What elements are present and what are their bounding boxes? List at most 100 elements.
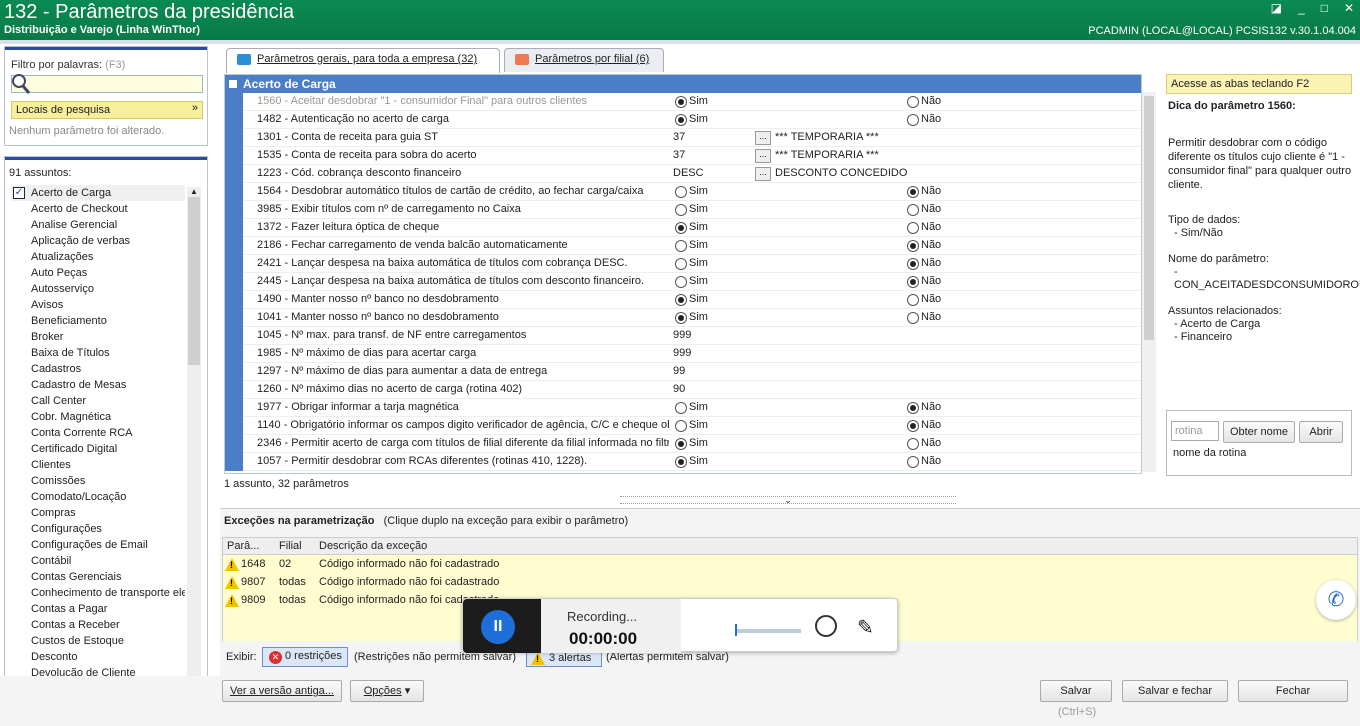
parameter-row[interactable]: 1140 - Obrigatório informar os campos di… — [225, 417, 1141, 435]
subject-item[interactable]: Atualizações — [11, 249, 185, 265]
parameter-row[interactable]: 3985 - Exibir títulos com nº de carregam… — [225, 201, 1141, 219]
parameter-value[interactable]: Sim Não — [673, 455, 1139, 471]
no-radio[interactable] — [907, 402, 919, 414]
yes-radio[interactable] — [675, 204, 687, 216]
parameter-value[interactable]: Sim Não — [673, 257, 1139, 273]
yes-radio[interactable] — [675, 276, 687, 288]
restore-icon[interactable]: ◪ — [1271, 1, 1282, 15]
scroll-up-icon[interactable]: ▲ — [187, 187, 201, 196]
lookup-button[interactable]: ... — [755, 167, 771, 181]
parameter-value[interactable]: Sim Não — [673, 221, 1139, 237]
parameter-value[interactable]: Sim Não — [673, 275, 1139, 291]
subject-item[interactable]: Certificado Digital — [11, 441, 185, 457]
no-radio[interactable] — [907, 222, 919, 234]
parameter-row[interactable]: 2445 - Lançar despesa na baixa automátic… — [225, 273, 1141, 291]
parameter-value[interactable]: 999 — [673, 347, 1139, 363]
no-radio[interactable] — [907, 96, 919, 108]
no-radio[interactable] — [907, 240, 919, 252]
subject-item[interactable]: Call Center — [11, 393, 185, 409]
subject-item[interactable]: Custos de Estoque — [11, 633, 185, 649]
yes-radio[interactable] — [675, 456, 687, 468]
no-radio[interactable] — [907, 258, 919, 270]
subject-item[interactable]: Acerto de Checkout — [11, 201, 185, 217]
parameter-row[interactable]: 2421 - Lançar despesa na baixa automátic… — [225, 255, 1141, 273]
parameter-value[interactable]: Sim Não — [673, 239, 1139, 255]
parameter-value[interactable]: Sim Não — [673, 401, 1139, 417]
subject-item[interactable]: Beneficiamento — [11, 313, 185, 329]
parameter-value[interactable]: Sim Não — [673, 311, 1139, 327]
yes-radio[interactable] — [675, 222, 687, 234]
volume-slider[interactable] — [735, 624, 801, 636]
parameter-row[interactable]: 1482 - Autenticação no acerto de carga Si… — [225, 111, 1141, 129]
parameter-value[interactable]: 99 — [673, 365, 1139, 381]
no-radio[interactable] — [907, 114, 919, 126]
group-header[interactable]: Acerto de Carga — [225, 75, 1141, 93]
parameter-value[interactable]: 37... *** TEMPORARIA *** — [673, 149, 1139, 165]
get-name-button[interactable]: Obter nome — [1223, 421, 1295, 443]
parameter-row[interactable]: 1977 - Obrigar informar a tarja magnétic… — [225, 399, 1141, 417]
no-radio[interactable] — [907, 276, 919, 288]
pause-button[interactable]: II — [481, 610, 515, 644]
subject-item[interactable]: Avisos — [11, 297, 185, 313]
parameter-value[interactable]: Sim Não — [673, 185, 1139, 201]
collapse-icon[interactable] — [229, 80, 237, 88]
parameter-value[interactable]: Sim Não — [673, 419, 1139, 435]
yes-radio[interactable] — [675, 312, 687, 324]
parameter-row[interactable]: 1297 - Nº máximo de dias para aumentar a… — [225, 363, 1141, 381]
open-button[interactable]: Abrir — [1299, 421, 1343, 443]
exception-row[interactable]: 164802Código informado não foi cadastrad… — [223, 555, 1357, 573]
subject-item[interactable]: Baixa de Títulos — [11, 345, 185, 361]
yes-radio[interactable] — [675, 420, 687, 432]
locais-pesquisa-select[interactable]: Locais de pesquisa» — [11, 101, 203, 119]
subject-item[interactable]: Cobr. Magnética — [11, 409, 185, 425]
subject-item[interactable]: Desconto — [11, 649, 185, 665]
subjects-scrollbar[interactable]: ▲▼ — [187, 187, 201, 707]
no-radio[interactable] — [907, 312, 919, 324]
parameter-value[interactable]: Sim Não — [673, 293, 1139, 309]
tab-by-branch[interactable]: Parâmetros por filial (6) — [504, 48, 664, 72]
subject-item[interactable]: Analise Gerencial — [11, 217, 185, 233]
lookup-button[interactable]: ... — [755, 131, 771, 145]
subject-item[interactable]: Contábil — [11, 553, 185, 569]
subject-item[interactable]: Autosserviço — [11, 281, 185, 297]
subject-item[interactable]: Compras — [11, 505, 185, 521]
subject-item[interactable]: Conhecimento de transporte ele — [11, 585, 185, 601]
parameter-value[interactable]: 37... *** TEMPORARIA *** — [673, 131, 1139, 147]
restrictions-button[interactable]: ✕ 0 restrições — [262, 647, 348, 667]
maximize-icon[interactable]: □ — [1321, 1, 1328, 15]
subject-item[interactable]: Clientes — [11, 457, 185, 473]
lookup-button[interactable]: ... — [755, 149, 771, 163]
parameter-value[interactable]: Sim Não — [673, 203, 1139, 219]
filter-input[interactable] — [11, 74, 203, 94]
close-button[interactable]: Fechar — [1238, 680, 1348, 702]
pen-icon[interactable]: ✎ — [857, 615, 874, 640]
yes-radio[interactable] — [675, 258, 687, 270]
parameter-row[interactable]: 1301 - Conta de receita para guia ST 37..… — [225, 129, 1141, 147]
subject-item[interactable]: Contas Gerenciais — [11, 569, 185, 585]
parameter-value[interactable]: Sim Não — [673, 437, 1139, 453]
parameter-row[interactable]: 1560 - Aceitar desdobrar "1 - consumidor… — [225, 93, 1141, 111]
parameter-value[interactable]: Sim Não — [673, 113, 1139, 129]
subject-item[interactable]: Aplicação de verbas — [11, 233, 185, 249]
no-radio[interactable] — [907, 186, 919, 198]
yes-radio[interactable] — [675, 294, 687, 306]
subject-item[interactable]: Contas a Receber — [11, 617, 185, 633]
tab-general[interactable]: Parâmetros gerais, para toda a empresa (… — [226, 48, 500, 73]
yes-radio[interactable] — [675, 114, 687, 126]
yes-radio[interactable] — [675, 186, 687, 198]
yes-radio[interactable] — [675, 438, 687, 450]
minimize-icon[interactable]: _ — [1298, 1, 1305, 15]
save-close-button[interactable]: Salvar e fechar — [1122, 680, 1228, 702]
no-radio[interactable] — [907, 438, 919, 450]
no-radio[interactable] — [907, 294, 919, 306]
subject-item[interactable]: Broker — [11, 329, 185, 345]
parameter-value[interactable]: DESC... DESCONTO CONCEDIDO — [673, 167, 1139, 183]
subject-item[interactable]: Configurações — [11, 521, 185, 537]
no-radio[interactable] — [907, 420, 919, 432]
subject-item[interactable]: Comissões — [11, 473, 185, 489]
subject-item[interactable]: Auto Peças — [11, 265, 185, 281]
subject-item[interactable]: Conta Corrente RCA — [11, 425, 185, 441]
rotina-input[interactable]: rotina — [1171, 421, 1219, 441]
yes-radio[interactable] — [675, 96, 687, 108]
subject-item[interactable]: Contas a Pagar — [11, 601, 185, 617]
